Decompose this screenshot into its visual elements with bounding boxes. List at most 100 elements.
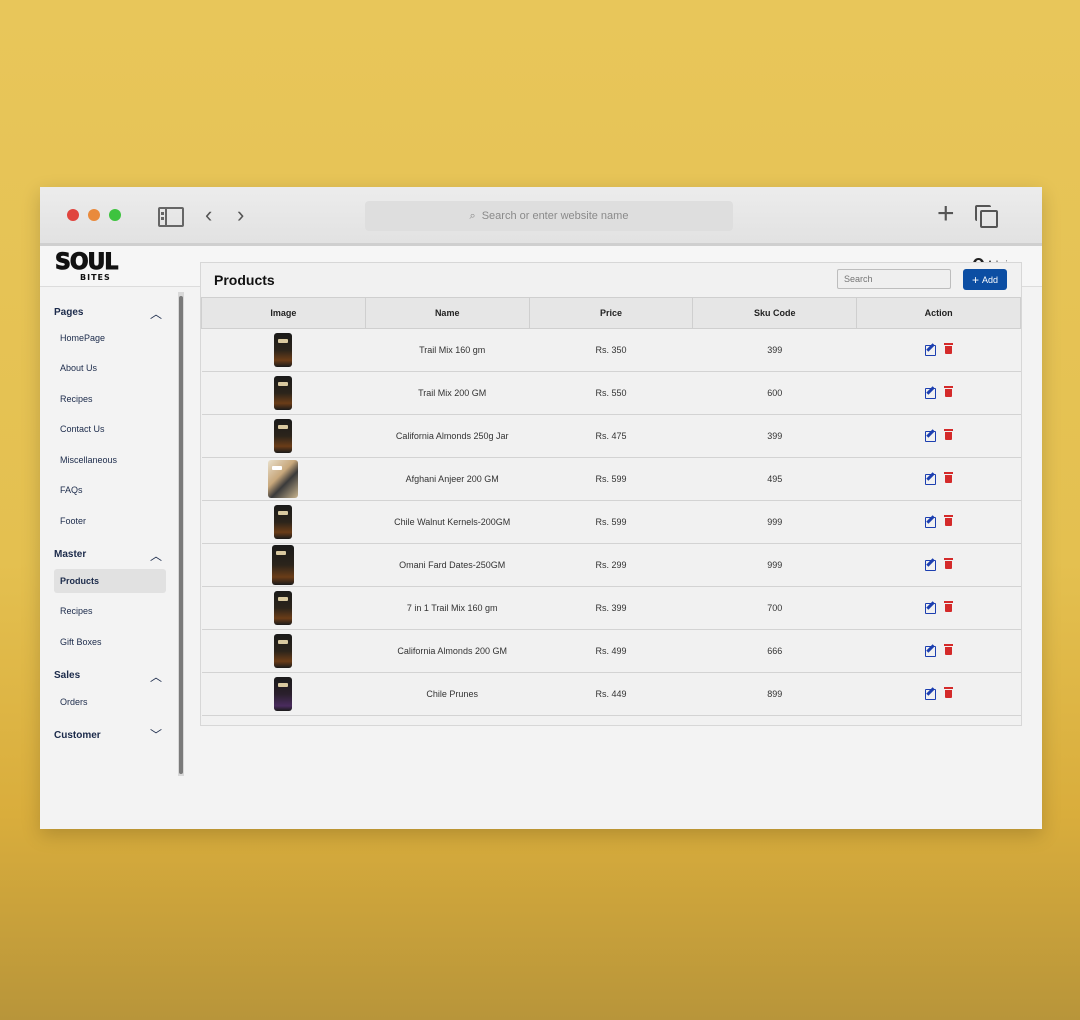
product-name: Chile Walnut Kernels-200GM <box>365 500 530 544</box>
sidebar-item-miscellaneous[interactable]: Miscellaneous <box>54 448 166 472</box>
product-name: Chile Prunes <box>365 672 530 716</box>
url-bar[interactable]: ⌕ Search or enter website name <box>365 201 733 231</box>
sidebar-item-recipes-page[interactable]: Recipes <box>54 387 166 411</box>
products-card: Products + Add Image Name Price Sku Code… <box>200 262 1022 726</box>
row-actions <box>856 457 1021 501</box>
product-name: Trail Mix 200 GM <box>365 371 530 415</box>
chevron-up-icon: ︿ <box>149 670 162 684</box>
column-header-image[interactable]: Image <box>201 297 366 329</box>
product-name: Afghani Anjeer 200 GM <box>365 457 530 501</box>
product-image[interactable] <box>274 376 293 410</box>
product-image[interactable] <box>274 505 293 539</box>
product-image[interactable] <box>272 545 295 585</box>
column-header-action[interactable]: Action <box>856 297 1021 329</box>
product-sku: 600 <box>692 371 857 415</box>
edit-icon[interactable] <box>925 344 937 356</box>
search-input[interactable] <box>837 269 951 289</box>
trash-icon[interactable] <box>944 558 954 570</box>
edit-icon[interactable] <box>925 559 937 571</box>
trash-icon[interactable] <box>944 386 954 398</box>
product-image[interactable] <box>274 634 293 668</box>
product-name: Trail Mix 160 gm <box>365 328 530 372</box>
trash-icon[interactable] <box>944 343 954 355</box>
table-row: California Almonds 200 GM Rs. 499 666 <box>201 629 1021 673</box>
row-actions <box>856 543 1021 587</box>
sidebar-section-pages[interactable]: Pages ︿ <box>54 307 162 321</box>
table-row: California Almonds 250g Jar Rs. 475 399 <box>201 414 1021 458</box>
sidebar-item-products[interactable]: Products <box>54 569 166 593</box>
edit-icon[interactable] <box>925 688 937 700</box>
page-title: Products <box>214 272 275 288</box>
table-row: Trail Mix 200 GM Rs. 550 600 <box>201 371 1021 415</box>
product-price: Rs. 599 <box>529 500 693 544</box>
column-header-sku[interactable]: Sku Code <box>692 297 858 329</box>
table-row: Trail Mix 160 gm Rs. 350 399 <box>201 328 1021 372</box>
product-name: Omani Fard Dates-250GM <box>365 543 530 587</box>
column-header-name[interactable]: Name <box>364 297 530 329</box>
search-icon: ⌕ <box>469 209 476 222</box>
edit-icon[interactable] <box>925 516 937 528</box>
section-title: Pages <box>54 307 84 318</box>
edit-icon[interactable] <box>925 645 937 657</box>
tab-overview-icon[interactable] <box>975 205 998 228</box>
sidebar-item-gift-boxes[interactable]: Gift Boxes <box>54 630 166 654</box>
product-name: 7 in 1 Trail Mix 160 gm <box>365 586 530 630</box>
section-title: Master <box>54 549 87 560</box>
product-sku: 399 <box>692 414 857 458</box>
back-arrow-icon[interactable]: ‹ <box>205 204 212 226</box>
edit-icon[interactable] <box>925 473 937 485</box>
url-placeholder: Search or enter website name <box>481 210 629 222</box>
maximize-window-button[interactable] <box>109 209 121 221</box>
sidebar-item-orders[interactable]: Orders <box>54 690 166 714</box>
product-price: Rs. 550 <box>529 371 693 415</box>
product-image[interactable] <box>274 591 293 625</box>
sidebar-item-homepage[interactable]: HomePage <box>54 326 166 350</box>
product-price: Rs. 350 <box>529 328 693 372</box>
sidebar-item-faqs[interactable]: FAQs <box>54 478 166 502</box>
edit-icon[interactable] <box>925 602 937 614</box>
product-image[interactable] <box>274 419 293 453</box>
trash-icon[interactable] <box>944 515 954 527</box>
edit-icon[interactable] <box>925 387 937 399</box>
sidebar-scrollbar-thumb[interactable] <box>179 296 183 774</box>
trash-icon[interactable] <box>944 687 954 699</box>
sidebar-section-customer[interactable]: Customer ﹀ <box>54 728 162 742</box>
column-header-price[interactable]: Price <box>528 297 694 329</box>
product-image[interactable] <box>274 677 293 711</box>
trash-icon[interactable] <box>944 429 954 441</box>
forward-arrow-icon[interactable]: › <box>237 204 244 226</box>
trash-icon[interactable] <box>944 472 954 484</box>
soul-bites-logo[interactable]: SOUL BITES <box>54 248 136 283</box>
trash-icon[interactable] <box>944 644 954 656</box>
sidebar-item-footer[interactable]: Footer <box>54 509 166 533</box>
plus-icon: + <box>971 272 979 287</box>
product-sku: 999 <box>692 500 857 544</box>
section-title: Customer <box>54 730 101 741</box>
product-price: Rs. 449 <box>529 672 693 716</box>
edit-icon[interactable] <box>925 430 937 442</box>
product-sku: 399 <box>692 328 857 372</box>
sidebar-toggle-icon[interactable] <box>158 207 184 227</box>
row-actions <box>856 672 1021 716</box>
product-price: Rs. 399 <box>529 586 693 630</box>
sidebar-item-about-us[interactable]: About Us <box>54 356 166 380</box>
sidebar-item-recipes[interactable]: Recipes <box>54 599 166 623</box>
sidebar-section-master[interactable]: Master ︿ <box>54 549 162 563</box>
table-row: Chile Walnut Kernels-200GM Rs. 599 999 <box>201 500 1021 544</box>
table-row: 7 in 1 Trail Mix 160 gm Rs. 399 700 <box>201 586 1021 630</box>
row-actions <box>856 371 1021 415</box>
add-product-button[interactable]: + Add <box>963 269 1007 290</box>
product-image[interactable] <box>268 460 299 498</box>
row-actions <box>856 500 1021 544</box>
product-image[interactable] <box>274 333 293 367</box>
new-tab-icon[interactable]: + <box>937 199 955 229</box>
product-name: California Almonds 200 GM <box>365 629 530 673</box>
close-window-button[interactable] <box>67 209 79 221</box>
sidebar-section-sales[interactable]: Sales ︿ <box>54 670 162 684</box>
product-sku: 700 <box>692 586 857 630</box>
product-name: California Almonds 250g Jar <box>365 414 530 458</box>
minimize-window-button[interactable] <box>88 209 100 221</box>
sidebar-item-contact-us[interactable]: Contact Us <box>54 417 166 441</box>
browser-toolbar: ‹ › ⌕ Search or enter website name + <box>40 187 1042 246</box>
trash-icon[interactable] <box>944 601 954 613</box>
